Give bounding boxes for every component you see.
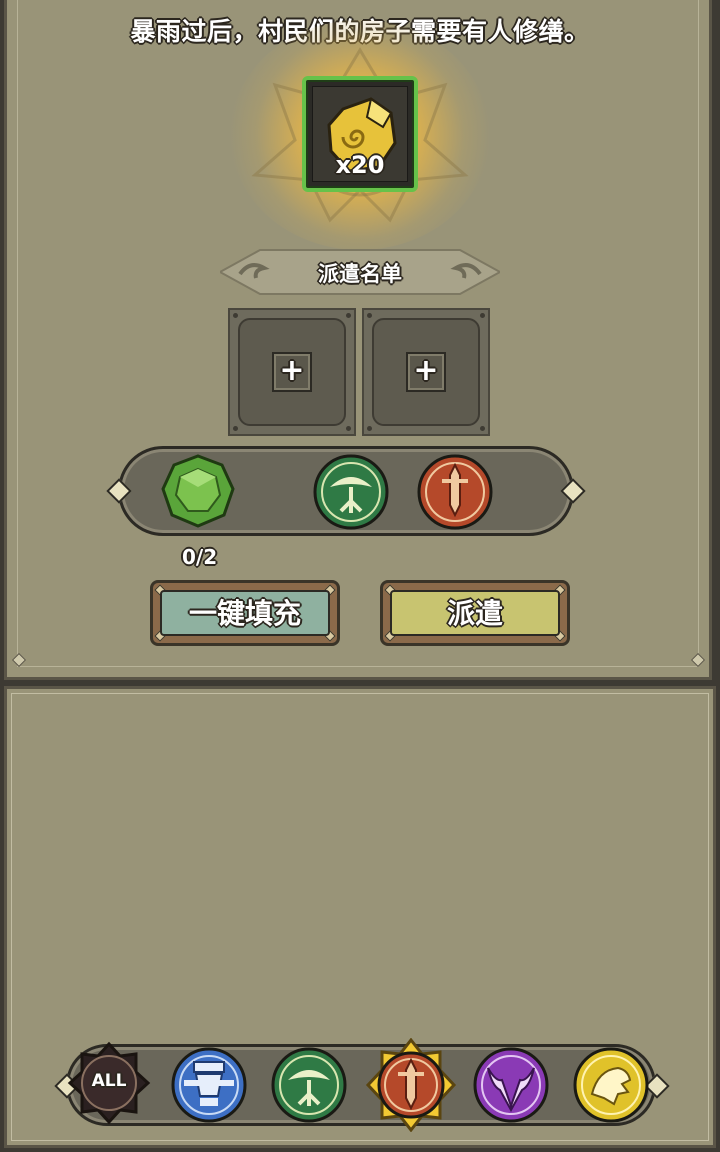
rivet <box>346 313 351 318</box>
dispatch-slot-2[interactable]: + <box>362 308 490 436</box>
tree-faction-icon <box>313 454 389 530</box>
faction-filter-bar <box>66 1044 656 1126</box>
dispatch-slot-1[interactable]: + <box>228 308 356 436</box>
sword-faction-icon <box>365 1037 457 1133</box>
autofill-label: 一键填充 <box>160 590 330 636</box>
filter-all-label: ALL <box>91 1071 127 1091</box>
demon-faction-icon[interactable] <box>472 1046 550 1124</box>
knight-faction-icon[interactable] <box>170 1046 248 1124</box>
green-gem-icon <box>161 454 235 528</box>
rivet <box>233 313 238 318</box>
reward-count: x20 <box>335 151 385 179</box>
add-hero-button[interactable]: + <box>406 352 446 392</box>
dispatch-list-title: 派遣名单 <box>318 262 402 286</box>
tree-faction-icon[interactable] <box>270 1046 348 1124</box>
autofill-button[interactable]: 一键填充 <box>150 580 340 646</box>
add-hero-button[interactable]: + <box>272 352 312 392</box>
rivet <box>480 313 485 318</box>
dispatch-label: 派遣 <box>390 590 560 636</box>
rivet <box>233 426 238 431</box>
dispatch-progress: 0/2 <box>182 545 218 569</box>
rivet <box>480 426 485 431</box>
reward-item-slot[interactable]: x20 <box>302 76 418 192</box>
rivet <box>367 426 372 431</box>
dispatch-button[interactable]: 派遣 <box>380 580 570 646</box>
rivet <box>346 426 351 431</box>
sword-faction-icon <box>417 454 493 530</box>
rivet <box>367 313 372 318</box>
filter-sword-button[interactable] <box>364 1037 458 1133</box>
filter-all-button[interactable]: ALL <box>66 1040 152 1126</box>
lion-faction-icon[interactable] <box>572 1046 650 1124</box>
